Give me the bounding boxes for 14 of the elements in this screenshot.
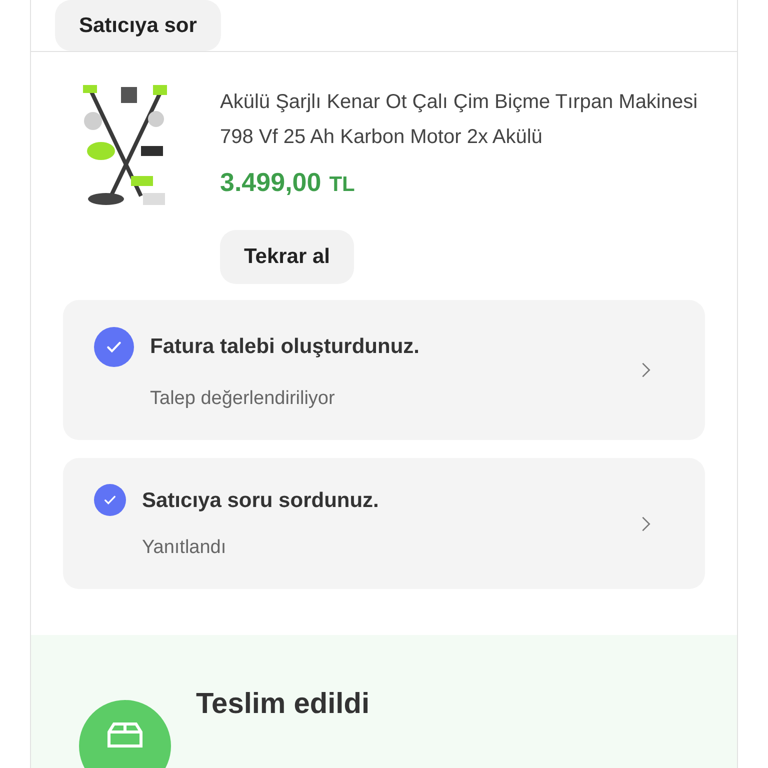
status-title: Fatura talebi oluşturdunuz. (150, 334, 420, 360)
status-card[interactable]: Fatura talebi oluşturdunuz. Talep değerlendiriliyor (63, 300, 705, 440)
currency: TL (329, 172, 355, 198)
status-title: Satıcıya soru sordunuz. (142, 488, 379, 514)
product-price: 3.499,00 (220, 166, 322, 199)
ask-seller-button[interactable]: Satıcıya sor (55, 0, 221, 51)
chevron-right-icon (641, 514, 651, 532)
chevron-right-icon (641, 361, 651, 379)
delivery-title: Teslim edildi (196, 687, 370, 722)
status-subtitle: Talep değerlendiriliyor (149, 386, 336, 411)
product-title: Akülü Şarjlı Kenar Ot Çalı Çim Biçme Tırpan Makinesi 798 Vf 25 Ah Karbon Motor 2x Akülü (220, 90, 699, 150)
status-card[interactable]: Satıcıya soru sordunuz. Yanıtlandı (63, 458, 705, 589)
rebuy-button[interactable]: Tekrar al (220, 230, 354, 284)
status-subtitle: Yanıtlandı (141, 536, 228, 560)
